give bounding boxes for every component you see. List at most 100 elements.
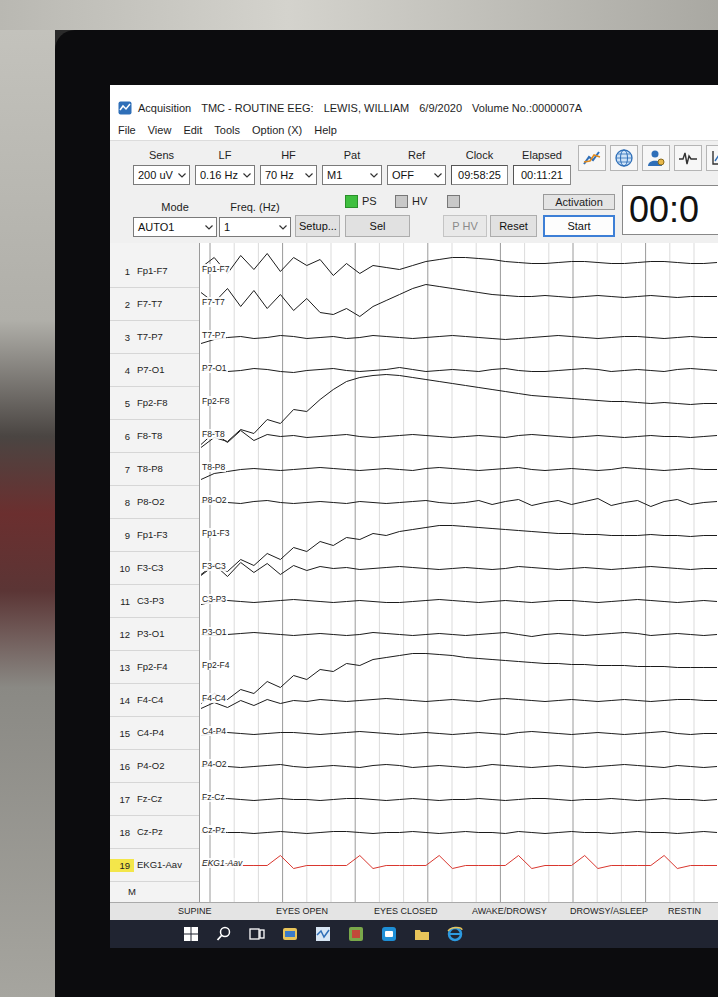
menu-item[interactable]: Help bbox=[314, 122, 337, 139]
trace-group bbox=[201, 856, 717, 869]
waveform-tool-button[interactable] bbox=[674, 145, 702, 171]
setting-dropdown[interactable]: 0.16 Hz bbox=[195, 165, 255, 185]
setup-button[interactable]: Setup... bbox=[295, 215, 340, 237]
trace-label: C3-P3 bbox=[201, 594, 227, 604]
eeg-traces bbox=[200, 243, 718, 902]
globe-tool-button[interactable] bbox=[610, 145, 638, 171]
task-view-icon[interactable] bbox=[248, 925, 266, 943]
setting-label: Pat bbox=[322, 149, 382, 162]
trace-label: Cz-Pz bbox=[201, 825, 226, 835]
toolbar-button[interactable]: Reset bbox=[490, 215, 537, 237]
channel-label[interactable]: 6F8-T8 bbox=[110, 420, 199, 453]
trace-group bbox=[201, 633, 717, 637]
eeg-trace bbox=[201, 654, 717, 704]
toolbar-row: ModeAUTO1Freq. (Hz)1Setup...PSHVSelP HVR… bbox=[110, 191, 718, 243]
channel-name: Cz-Pz bbox=[137, 825, 163, 839]
menu-item[interactable]: View bbox=[148, 122, 172, 139]
folder-icon[interactable] bbox=[413, 925, 431, 943]
channel-label[interactable]: 2F7-T7 bbox=[110, 288, 199, 321]
more-tool-button[interactable] bbox=[706, 145, 718, 171]
annotation-button[interactable]: AWAKE/DROWSY bbox=[472, 903, 570, 920]
browser-icon[interactable] bbox=[446, 925, 464, 943]
option-checkbox[interactable] bbox=[447, 195, 464, 208]
channel-label[interactable]: 4P7-O1 bbox=[110, 354, 199, 387]
channel-label[interactable]: 10F3-C3 bbox=[110, 552, 199, 585]
windows-start-icon[interactable] bbox=[182, 925, 200, 943]
setting-dropdown[interactable]: 200 uV bbox=[133, 165, 190, 185]
dropdown-arrow-icon bbox=[279, 225, 287, 230]
menu-item[interactable]: File bbox=[118, 122, 136, 139]
checkbox-label: HV bbox=[412, 193, 427, 210]
trace-group bbox=[201, 732, 717, 736]
checkbox[interactable] bbox=[447, 195, 460, 208]
channel-label[interactable]: 12P3-O1 bbox=[110, 618, 199, 651]
channel-label[interactable]: 9Fp1-F3 bbox=[110, 519, 199, 552]
channel-name: T7-P7 bbox=[137, 330, 163, 344]
video-call-icon[interactable] bbox=[380, 925, 398, 943]
checkbox[interactable] bbox=[395, 195, 408, 208]
menu-item[interactable]: Tools bbox=[214, 122, 240, 139]
title-part: 6/9/2020 bbox=[419, 100, 462, 117]
app-icon[interactable] bbox=[347, 925, 365, 943]
trace-group bbox=[201, 563, 717, 577]
trace-label: P8-O2 bbox=[201, 495, 228, 505]
option-checkbox[interactable]: PS bbox=[345, 193, 395, 210]
annotation-button[interactable]: RESTIN bbox=[668, 903, 718, 920]
checkbox[interactable] bbox=[345, 195, 358, 208]
annotation-button[interactable]: DROWSY/ASLEEP bbox=[570, 903, 668, 920]
option-checkbox[interactable]: HV bbox=[395, 193, 447, 210]
menu-bar: File View Edit Tools Option (X) Help bbox=[110, 121, 718, 141]
annotation-button[interactable]: EYES OPEN bbox=[276, 903, 374, 920]
channel-label[interactable]: 17Fz-Cz bbox=[110, 783, 199, 816]
channel-label-column: 1Fp1-F72F7-T73T7-P74P7-O15Fp2-F86F8-T87T… bbox=[110, 243, 200, 902]
channel-label[interactable]: 13Fp2-F4 bbox=[110, 651, 199, 684]
trace-group bbox=[201, 499, 717, 507]
channel-label[interactable]: 8P8-O2 bbox=[110, 486, 199, 519]
mode-dropdown[interactable]: AUTO1 bbox=[133, 217, 217, 237]
search-icon[interactable] bbox=[215, 925, 233, 943]
freq-field: Freq. (Hz)1 bbox=[219, 201, 291, 237]
setting-dropdown[interactable]: OFF bbox=[387, 165, 446, 185]
dropdown-arrow-icon bbox=[370, 173, 378, 178]
channel-label[interactable]: 14F4-C4 bbox=[110, 684, 199, 717]
channel-label[interactable]: 15C4-P4 bbox=[110, 717, 199, 750]
window-title: AcquisitionTMC - ROUTINE EEG:LEWIS, WILL… bbox=[138, 100, 582, 117]
channel-number: 11 bbox=[110, 595, 134, 608]
monitor: AcquisitionTMC - ROUTINE EEG:LEWIS, WILL… bbox=[55, 30, 718, 997]
channel-label[interactable]: 7T8-P8 bbox=[110, 453, 199, 486]
freq-dropdown[interactable]: 1 bbox=[219, 217, 291, 237]
chart-tool-button[interactable] bbox=[578, 145, 606, 171]
annotation-button[interactable]: EYES CLOSED bbox=[374, 903, 472, 920]
toolbar-button[interactable]: Sel bbox=[345, 215, 410, 237]
eeg-trace bbox=[201, 336, 717, 344]
activation-label: Activation bbox=[543, 194, 615, 210]
channel-name: Fp2-F4 bbox=[137, 660, 168, 674]
channel-label[interactable]: 3T7-P7 bbox=[110, 321, 199, 354]
menu-item[interactable]: Edit bbox=[183, 122, 202, 139]
chart-icon bbox=[582, 149, 602, 167]
trace-group bbox=[201, 600, 717, 605]
trace-row: F7-T7 bbox=[200, 288, 718, 321]
title-part: Volume No.:0000007A bbox=[472, 100, 582, 117]
activation-timer: 00:0 bbox=[622, 185, 718, 235]
app-icon[interactable] bbox=[281, 925, 299, 943]
channel-name: P7-O1 bbox=[137, 363, 164, 377]
patient-tool-button[interactable] bbox=[642, 145, 670, 171]
start-button[interactable]: Start bbox=[543, 215, 615, 237]
channel-label[interactable]: 5Fp2-F8 bbox=[110, 387, 199, 420]
trace-group bbox=[201, 832, 717, 834]
eeg-app-icon[interactable] bbox=[314, 925, 332, 943]
annotation-button[interactable]: SUPINE bbox=[178, 903, 276, 920]
channel-name: C4-P4 bbox=[137, 726, 164, 740]
setting-dropdown[interactable]: M1 bbox=[322, 165, 382, 185]
channel-label[interactable]: 1Fp1-F7 bbox=[110, 255, 199, 288]
dropdown-arrow-icon bbox=[243, 173, 251, 178]
channel-label[interactable]: 11C3-P3 bbox=[110, 585, 199, 618]
channel-number: 7 bbox=[110, 463, 134, 476]
channel-label[interactable]: 19EKG1-Aav bbox=[110, 849, 199, 882]
channel-number: 18 bbox=[110, 826, 134, 839]
menu-item[interactable]: Option (X) bbox=[252, 122, 302, 139]
setting-dropdown[interactable]: 70 Hz bbox=[260, 165, 317, 185]
channel-label[interactable]: 18Cz-Pz bbox=[110, 816, 199, 849]
channel-label[interactable]: 16P4-O2 bbox=[110, 750, 199, 783]
